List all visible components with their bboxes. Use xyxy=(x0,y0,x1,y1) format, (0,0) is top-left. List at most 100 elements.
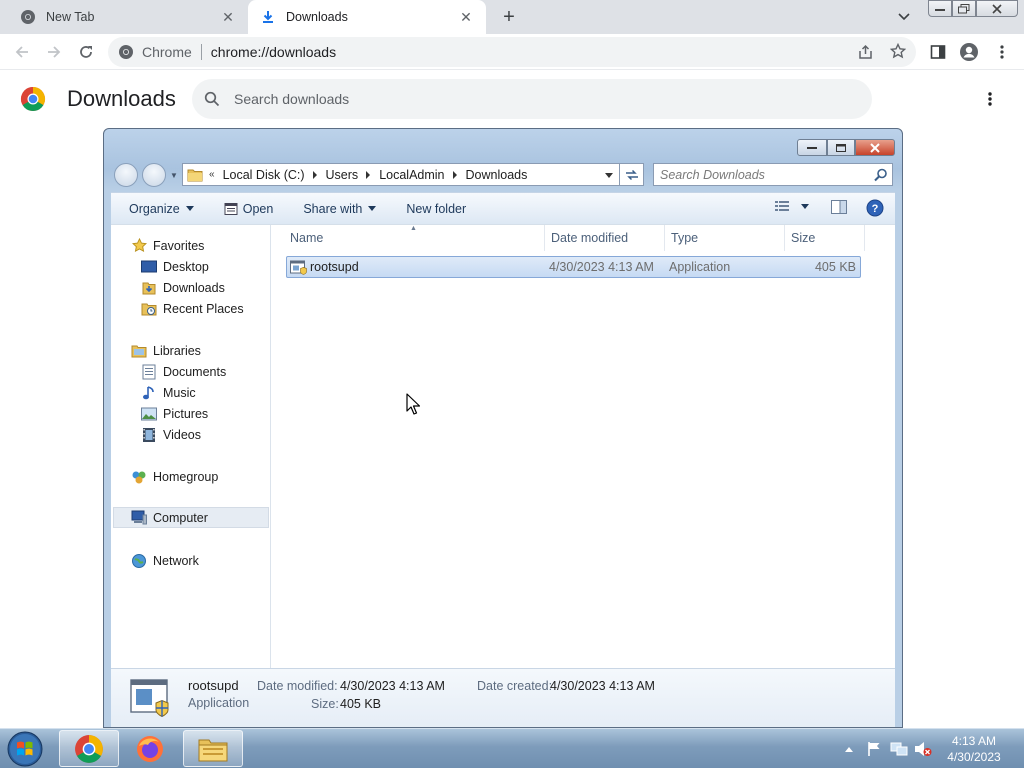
nav-favorites[interactable]: Favorites xyxy=(131,235,204,256)
explorer-forward-button[interactable] xyxy=(142,163,166,187)
column-label: Name xyxy=(290,231,324,245)
close-icon[interactable]: ✕ xyxy=(220,9,236,25)
column-header-type[interactable]: Type xyxy=(665,225,785,251)
breadcrumb-users[interactable]: Users xyxy=(326,168,359,182)
show-hidden-icons-button[interactable] xyxy=(844,729,854,768)
nav-recent-places[interactable]: Recent Places xyxy=(141,298,244,319)
breadcrumb-arrow-icon[interactable] xyxy=(452,170,457,179)
window-minimize-button[interactable] xyxy=(928,0,952,17)
new-folder-button[interactable]: New folder xyxy=(406,202,466,216)
action-center-icon[interactable] xyxy=(866,729,882,768)
explorer-address-bar[interactable]: « Local Disk (C:) Users LocalAdmin Downl… xyxy=(182,163,620,186)
volume-muted-icon[interactable] xyxy=(914,729,932,768)
folder-icon xyxy=(187,168,203,182)
nav-music[interactable]: Music xyxy=(141,382,196,403)
window-close-button[interactable] xyxy=(976,0,1018,17)
explorer-search-input[interactable]: Search Downloads xyxy=(653,163,893,186)
nav-pictures[interactable]: Pictures xyxy=(141,403,208,424)
address-bar[interactable]: Chrome chrome://downloads xyxy=(108,37,916,67)
breadcrumb-downloads[interactable]: Downloads xyxy=(466,168,528,182)
breadcrumb-arrow-icon[interactable] xyxy=(366,170,371,179)
taskbar-firefox-button[interactable] xyxy=(120,730,180,767)
chevron-down-icon[interactable]: ▼ xyxy=(170,171,178,180)
view-options-button[interactable] xyxy=(775,200,809,212)
nav-documents[interactable]: Documents xyxy=(141,361,226,382)
recent-places-icon xyxy=(141,301,157,317)
preview-pane-button[interactable] xyxy=(831,200,847,214)
nav-network[interactable]: Network xyxy=(131,550,199,571)
chrome-logo-icon xyxy=(20,87,46,112)
share-icon[interactable] xyxy=(858,44,874,60)
column-header-name[interactable]: Name xyxy=(284,225,545,251)
downloads-header: Downloads Search downloads xyxy=(0,70,1024,128)
chevron-down-icon[interactable] xyxy=(605,173,613,178)
open-button[interactable]: Open xyxy=(224,202,273,216)
file-date-modified: 4/30/2023 4:13 AM xyxy=(549,260,654,274)
reload-button[interactable] xyxy=(74,40,98,64)
window-restore-button[interactable] xyxy=(952,0,976,17)
chevron-up-icon xyxy=(845,747,853,752)
details-pane: rootsupd Application Date modified: 4/30… xyxy=(111,668,895,727)
help-button[interactable]: ? xyxy=(866,199,884,217)
overflow-chevron-icon[interactable]: « xyxy=(209,169,215,180)
start-button[interactable] xyxy=(5,730,45,768)
explorer-maximize-button[interactable] xyxy=(827,139,855,156)
file-row-rootsupd[interactable]: rootsupd 4/30/2023 4:13 AM Application 4… xyxy=(286,256,861,278)
tab-downloads[interactable]: Downloads ✕ xyxy=(248,0,486,34)
nav-homegroup[interactable]: Homegroup xyxy=(131,466,218,487)
side-panel-icon[interactable] xyxy=(926,40,950,64)
page-title: Downloads xyxy=(67,86,176,111)
pictures-icon xyxy=(141,406,157,422)
column-header-size[interactable]: Size xyxy=(785,225,865,251)
taskbar-clock[interactable]: 4:13 AM 4/30/2023 xyxy=(938,733,1010,765)
chrome-icon xyxy=(20,9,36,25)
chrome-icon xyxy=(75,734,103,763)
forward-button[interactable] xyxy=(42,40,66,64)
back-button[interactable] xyxy=(10,40,34,64)
details-view-icon xyxy=(775,201,789,211)
homegroup-icon xyxy=(131,469,147,485)
details-file-type: Application xyxy=(188,696,250,710)
chrome-menu-icon[interactable] xyxy=(990,40,1014,64)
nav-label: Music xyxy=(163,385,196,400)
taskbar-chrome-button[interactable] xyxy=(59,730,119,767)
nav-videos[interactable]: Videos xyxy=(141,424,201,445)
refresh-button[interactable] xyxy=(620,163,644,186)
network-icon xyxy=(131,553,147,569)
breadcrumb-arrow-icon[interactable] xyxy=(312,170,317,179)
explorer-back-button[interactable] xyxy=(114,163,138,187)
column-header-date-modified[interactable]: Date modified xyxy=(545,225,665,251)
preview-pane-icon xyxy=(831,200,847,214)
nav-computer[interactable]: Computer xyxy=(113,507,269,528)
search-icon[interactable] xyxy=(874,168,888,185)
mouse-cursor-icon xyxy=(406,393,420,415)
chevron-down-icon xyxy=(801,203,809,209)
file-type: Application xyxy=(669,260,731,274)
share-with-button[interactable]: Share with xyxy=(303,202,377,216)
windows-logo-icon xyxy=(7,731,43,767)
nav-desktop[interactable]: Desktop xyxy=(141,256,209,277)
taskbar-explorer-button[interactable] xyxy=(183,730,243,767)
tab-new-tab[interactable]: New Tab ✕ xyxy=(8,0,248,34)
nav-downloads[interactable]: Downloads xyxy=(141,277,225,298)
close-icon[interactable]: ✕ xyxy=(458,9,474,25)
search-downloads-input[interactable]: Search downloads xyxy=(192,79,872,119)
network-status-icon[interactable] xyxy=(890,729,908,768)
breadcrumb-local-disk[interactable]: Local Disk (C:) xyxy=(223,168,305,182)
open-app-icon xyxy=(224,202,238,216)
clock-time: 4:13 AM xyxy=(951,734,997,748)
more-actions-icon[interactable] xyxy=(980,88,1000,110)
explorer-close-button[interactable] xyxy=(855,139,895,156)
nav-libraries[interactable]: Libraries xyxy=(131,340,201,361)
new-tab-button[interactable]: + xyxy=(498,6,520,28)
profile-avatar-icon[interactable] xyxy=(957,40,981,64)
column-label: Type xyxy=(671,231,699,245)
chevron-down-icon[interactable] xyxy=(894,8,914,26)
bookmark-star-icon[interactable] xyxy=(890,43,906,59)
details-date-created-label: Date created: xyxy=(477,679,553,693)
details-file-name: rootsupd xyxy=(188,678,239,693)
nav-label: Network xyxy=(153,553,199,568)
breadcrumb-localadmin[interactable]: LocalAdmin xyxy=(379,168,444,182)
organize-button[interactable]: Organize xyxy=(129,202,194,216)
explorer-minimize-button[interactable] xyxy=(797,139,827,156)
